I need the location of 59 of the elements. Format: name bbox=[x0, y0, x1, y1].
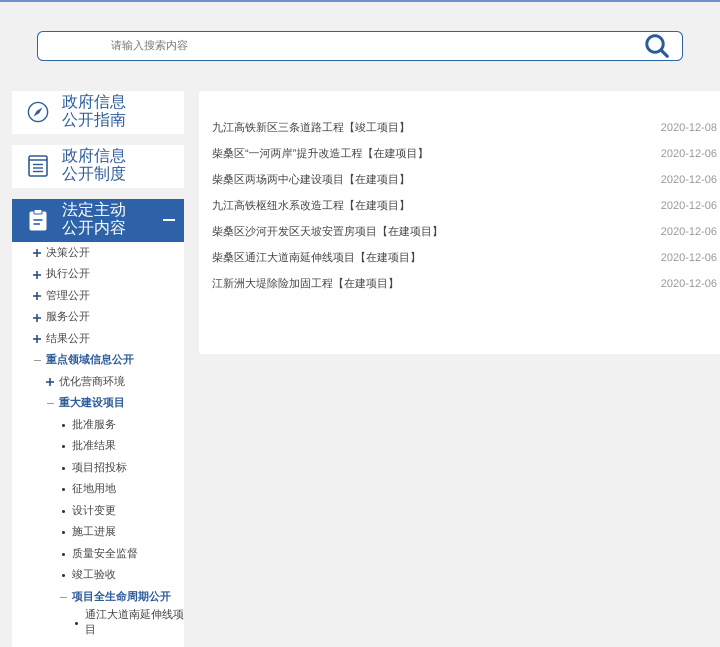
bullet-icon bbox=[62, 510, 64, 513]
plus-icon bbox=[33, 270, 41, 279]
news-link[interactable]: 柴桑区沙河开发区天坡安置房项目【在建项目】 bbox=[212, 224, 443, 240]
bullet-icon bbox=[62, 445, 64, 448]
tree-item[interactable]: 项目全生命周期公开 bbox=[12, 586, 184, 608]
date-text: 2020-12-08 bbox=[660, 120, 717, 136]
document-list-icon bbox=[28, 155, 48, 178]
search-button[interactable] bbox=[645, 34, 669, 58]
tree-item[interactable]: 通江大道南延伸线项目 bbox=[12, 608, 184, 638]
tree-item[interactable]: 质量安全监督 bbox=[12, 544, 184, 565]
bullet-icon bbox=[62, 574, 64, 578]
tree-item[interactable]: 优化营商环境 bbox=[12, 372, 184, 393]
news-link[interactable]: 九江高铁新区三条道路工程【竣工项目】 bbox=[212, 120, 410, 136]
bullet-icon bbox=[62, 531, 64, 534]
tree-item[interactable]: 施工进展 bbox=[12, 522, 184, 544]
sidebar-nav-item[interactable]: 法定主动公开内容 bbox=[12, 199, 184, 242]
tree-item[interactable]: 竣工验收 bbox=[12, 565, 184, 586]
bullet-icon bbox=[62, 488, 64, 492]
news-link[interactable]: 九江高铁枢纽水系改造工程【在建项目】 bbox=[212, 198, 410, 214]
search-icon bbox=[645, 34, 669, 58]
plus-icon bbox=[33, 335, 41, 344]
plus-icon bbox=[33, 249, 41, 258]
tree-item[interactable]: 设计变更 bbox=[12, 500, 184, 522]
date-text: 2020-12-06 bbox=[660, 224, 717, 240]
bullet-icon bbox=[62, 552, 64, 556]
date-text: 2020-12-06 bbox=[660, 250, 717, 266]
search-field[interactable]: 请输入搜索内容 bbox=[37, 31, 683, 61]
bullet-icon bbox=[74, 622, 78, 624]
tree-item[interactable]: 批准服务 bbox=[12, 414, 184, 436]
tree-item[interactable]: 征地用地 bbox=[12, 479, 184, 500]
tree-item[interactable]: 管理公开 bbox=[12, 286, 184, 307]
date-text: 2020-12-06 bbox=[660, 146, 717, 162]
tree-item[interactable]: 重大建设项目 bbox=[12, 393, 184, 414]
plus-icon bbox=[33, 292, 41, 300]
minus-icon bbox=[34, 360, 40, 362]
clipboard-icon bbox=[29, 209, 47, 232]
plus-icon bbox=[33, 314, 41, 322]
date-text: 2020-12-06 bbox=[660, 172, 717, 188]
tree-item[interactable]: 项目招投标 bbox=[12, 458, 184, 479]
tree-item[interactable]: 重点领域信息公开 bbox=[12, 350, 184, 372]
date-text: 2020-12-06 bbox=[660, 198, 717, 214]
sidebar-nav-item[interactable]: 政府信息公开制度 bbox=[12, 145, 184, 188]
plus-icon bbox=[46, 378, 54, 386]
date-text: 2020-12-06 bbox=[660, 276, 717, 292]
tree-item[interactable]: 决策公开 bbox=[12, 242, 184, 264]
tree-item[interactable]: 执行公开 bbox=[12, 264, 184, 286]
sidebar-nav-item[interactable]: 政府信息公开指南 bbox=[12, 91, 184, 134]
minus-icon bbox=[60, 596, 66, 598]
tree-item[interactable]: 服务公开 bbox=[12, 307, 184, 328]
news-link[interactable]: 江新洲大堤除险加固工程【在建项目】 bbox=[212, 276, 399, 292]
bullet-icon bbox=[62, 466, 64, 470]
news-link[interactable]: 柴桑区两场两中心建设项目【在建项目】 bbox=[212, 172, 410, 188]
news-link[interactable]: 柴桑区通江大道南延伸线项目【在建项目】 bbox=[212, 250, 421, 266]
news-link[interactable]: 柴桑区“一河两岸”提升改造工程【在建项目】 bbox=[212, 146, 428, 162]
compass-icon bbox=[27, 101, 49, 124]
tree-item[interactable]: 批准结果 bbox=[12, 436, 184, 458]
bullet-icon bbox=[62, 424, 64, 427]
tree-item[interactable]: 结果公开 bbox=[12, 328, 184, 350]
minus-icon bbox=[46, 403, 54, 404]
